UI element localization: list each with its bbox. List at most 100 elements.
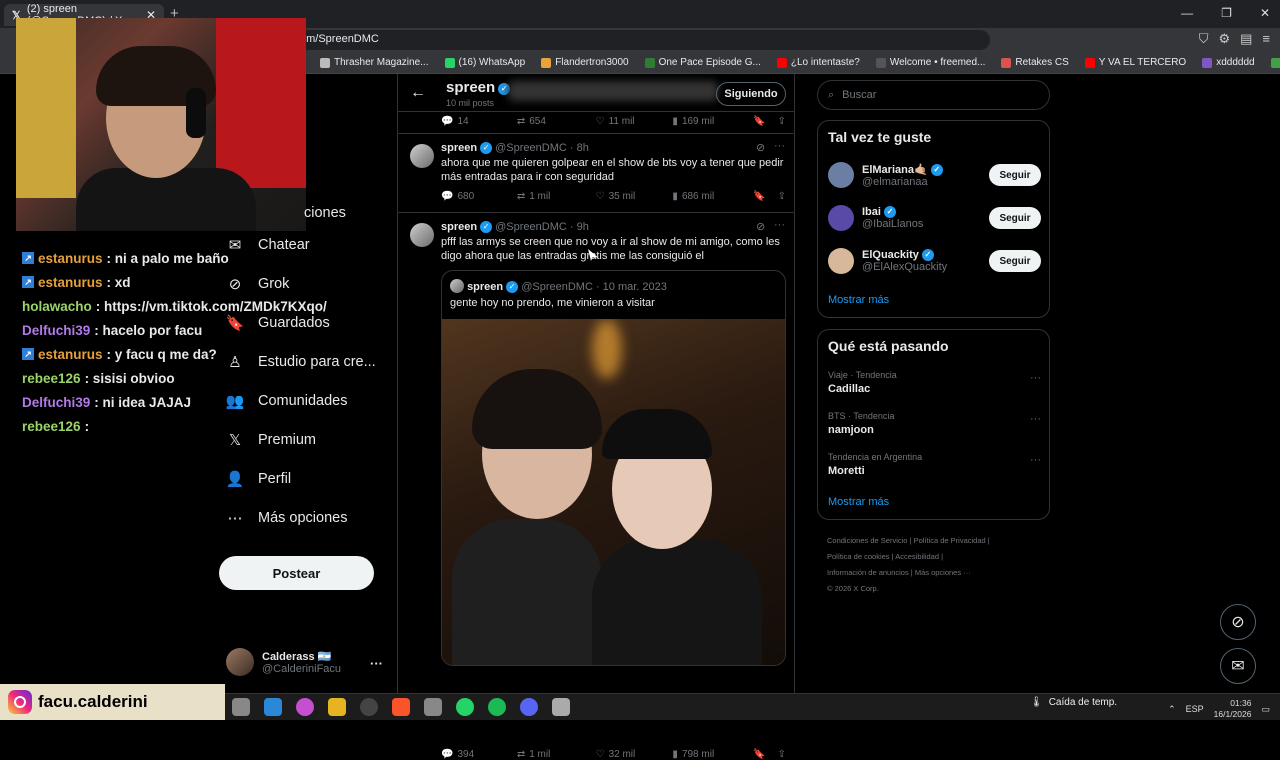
bookmark-item[interactable]: xdddddd [1202, 57, 1255, 68]
post-button[interactable]: Postear [219, 556, 374, 590]
bookmark-item[interactable]: Y VA EL TERCERO [1084, 57, 1186, 68]
account-more-icon[interactable]: ··· [370, 656, 383, 671]
footer-link[interactable]: © 2026 X Corp. [827, 581, 1027, 597]
retweet-action[interactable]: ⇄ 654 [517, 116, 596, 127]
suggested-account[interactable]: ElQuackity ✓ @ElAlexQuackity Seguir [828, 241, 1041, 281]
bookmark-item[interactable]: Retakes CS [1001, 57, 1069, 68]
bookmark-item[interactable]: (16) WhatsApp [444, 57, 525, 68]
messages-fab-icon[interactable]: ✉ [1220, 648, 1256, 684]
obs-icon[interactable] [360, 698, 378, 716]
nav-item[interactable]: 🔖 Guardados [226, 303, 396, 342]
minimize-icon[interactable]: — [1181, 6, 1193, 20]
nav-item[interactable]: 👥 Comunidades [226, 381, 396, 420]
grok-icon[interactable]: ⊘ [756, 220, 765, 233]
suggested-account[interactable]: ElMariana🤙🏼 ✓ @elmarianaa Seguir [828, 155, 1041, 195]
more-icon[interactable]: ··· [1030, 413, 1041, 425]
nav-item[interactable]: ✉ Chatear [226, 225, 396, 264]
reply-action[interactable]: 💬 394 [441, 749, 517, 760]
footer-link[interactable]: Información de anuncios | Más opciones ·… [827, 565, 1027, 581]
reply-action[interactable]: 💬 680 [441, 191, 517, 202]
discord-icon[interactable] [520, 698, 538, 716]
like-action[interactable]: ♡ 32 mil [596, 749, 673, 760]
chat-username[interactable]: estanurus [38, 251, 103, 266]
retweet-action[interactable]: ⇄ 1 mil [517, 191, 596, 202]
app-icon[interactable] [424, 698, 442, 716]
trend-item[interactable]: Tendencia en Argentina Moretti ··· [828, 452, 1041, 477]
url-input[interactable]: om/SpreenDMC [290, 30, 990, 50]
grok-fab-icon[interactable]: ⊘ [1220, 604, 1256, 640]
account-switcher[interactable]: Calderass 🇦🇷 @CalderiniFacu [226, 648, 386, 676]
suggested-account[interactable]: Ibai ✓ @IbaiLlanos Seguir [828, 198, 1041, 238]
chat-username[interactable]: rebee126 [22, 419, 81, 434]
nav-item[interactable]: ciones [226, 200, 396, 225]
menu-icon[interactable]: ≡ [1262, 31, 1270, 47]
chevron-up-icon[interactable]: ⌃ [1168, 704, 1176, 715]
follow-button[interactable]: Seguir [989, 250, 1041, 272]
bookmark-item[interactable]: Kicklet.app - Kick C... [1270, 57, 1280, 68]
footer-link[interactable]: Política de cookies | Accesibilidad | [827, 549, 1027, 565]
lang-indicator[interactable]: ESP [1186, 704, 1204, 714]
tweet[interactable]: spreen ✓ @SpreenDMC · 8h ⊘ ··· ahora que … [398, 134, 794, 213]
chat-username[interactable]: estanurus [38, 275, 103, 290]
reply-action[interactable]: 💬 14 [441, 116, 517, 127]
bookmark-item[interactable]: ¿Lo intentaste? [776, 57, 860, 68]
share-icon[interactable]: ⇪ [778, 749, 786, 760]
trend-item[interactable]: Viaje · Tendencia Cadillac ··· [828, 370, 1041, 395]
show-more-trends-link[interactable]: Mostrar más [828, 496, 889, 508]
show-more-link[interactable]: Mostrar más [828, 294, 889, 306]
restore-icon[interactable]: ❐ [1221, 6, 1232, 20]
more-icon[interactable]: ··· [774, 140, 785, 152]
store-icon[interactable] [264, 698, 282, 716]
spotify-icon[interactable] [488, 698, 506, 716]
share-icon[interactable]: ⇪ [778, 116, 786, 127]
follow-button[interactable]: Seguir [989, 164, 1041, 186]
brave-icon[interactable] [392, 698, 410, 716]
nav-item[interactable]: 👤 Perfil [226, 459, 396, 498]
bookmark-icon[interactable]: 🔖 [753, 749, 765, 760]
chat-username[interactable]: rebee126 [22, 371, 81, 386]
trend-item[interactable]: BTS · Tendencia namjoon ··· [828, 411, 1041, 436]
bookmark-item[interactable]: Welcome • freemed... [875, 57, 985, 68]
share-icon[interactable]: ⇪ [778, 191, 786, 202]
sidebar-icon[interactable]: ▤ [1240, 31, 1252, 47]
shield-icon[interactable]: ⛉ [1199, 31, 1209, 47]
more-icon[interactable]: ··· [774, 219, 785, 231]
nav-item[interactable]: ⋯ Más opciones [226, 498, 396, 537]
retweet-action[interactable]: ⇄ 1 mil [517, 749, 596, 760]
views-action[interactable]: ▮ 686 mil [672, 191, 753, 202]
search-input[interactable]: ⌕ Buscar [817, 80, 1050, 110]
tweet[interactable]: spreen ✓ @SpreenDMC · 9h ⊘ ··· pfff las a… [398, 213, 794, 760]
clock[interactable]: 01:36 16/1/2026 [1214, 698, 1252, 720]
footer-link[interactable]: Condiciones de Servicio | Política de Pr… [827, 533, 1027, 549]
like-action[interactable]: ♡ 11 mil [596, 116, 673, 127]
more-icon[interactable]: ··· [1030, 372, 1041, 384]
following-button[interactable]: Siguiendo [716, 82, 786, 106]
whatsapp-icon[interactable] [456, 698, 474, 716]
chat-username[interactable]: holawacho [22, 299, 92, 314]
nav-item[interactable]: ♙ Estudio para cre... [226, 342, 396, 381]
notifications-icon[interactable]: ▭ [1261, 704, 1270, 715]
quoted-tweet[interactable]: spreen ✓ @SpreenDMC · 10 mar. 2023 gente … [441, 270, 786, 666]
like-action[interactable]: ♡ 35 mil [596, 191, 673, 202]
bookmark-icon[interactable]: 🔖 [753, 116, 765, 127]
bookmark-item[interactable]: Thrasher Magazine... [320, 57, 429, 68]
views-action[interactable]: ▮ 798 mil [672, 749, 753, 760]
more-icon[interactable]: ··· [1030, 454, 1041, 466]
views-action[interactable]: ▮ 169 mil [672, 116, 753, 127]
follow-button[interactable]: Seguir [989, 207, 1041, 229]
bookmark-item[interactable]: One Pace Episode G... [644, 57, 761, 68]
bookmark-item[interactable]: Flandertron3000 [541, 57, 629, 68]
nav-item[interactable]: ⊘ Grok [226, 264, 396, 303]
explorer-icon[interactable] [328, 698, 346, 716]
chat-username[interactable]: Delfuchi39 [22, 395, 90, 410]
nav-item[interactable]: 𝕏 Premium [226, 420, 396, 459]
app-icon[interactable] [552, 698, 570, 716]
puzzle-icon[interactable]: ⚙ [1218, 31, 1230, 47]
close-window-icon[interactable]: ✕ [1260, 6, 1270, 20]
quote-photo[interactable] [442, 319, 785, 665]
weather-widget[interactable]: 🌡 Caída de temp. [1030, 697, 1117, 708]
chat-username[interactable]: Delfuchi39 [22, 323, 90, 338]
chat-username[interactable]: estanurus [38, 347, 103, 362]
back-arrow-icon[interactable]: ← [410, 84, 426, 102]
app-icon[interactable] [296, 698, 314, 716]
